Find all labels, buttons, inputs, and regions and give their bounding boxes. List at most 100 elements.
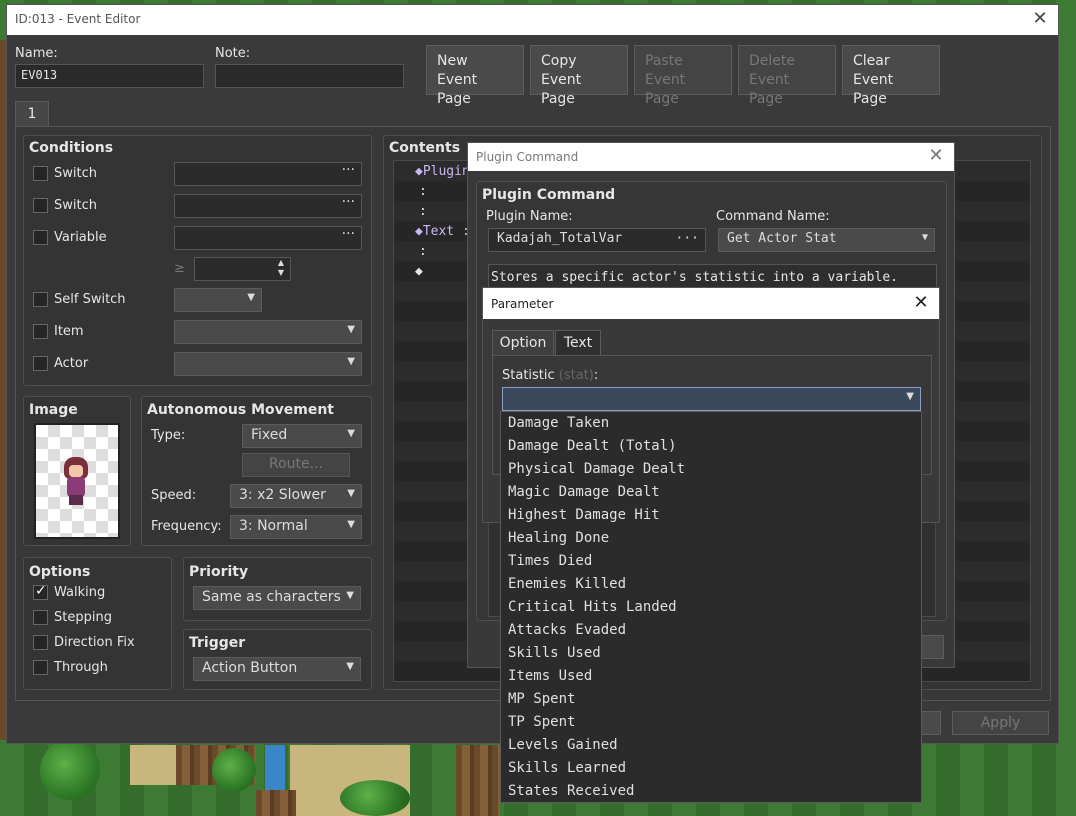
trigger-select[interactable]: Action Button ▼ (193, 657, 361, 681)
close-icon[interactable]: ✕ (926, 146, 946, 166)
spinner-arrows-icon[interactable]: ▲ ▼ (278, 258, 284, 278)
self-switch-select[interactable]: ▼ (174, 288, 262, 312)
self-switch-checkbox[interactable] (33, 292, 48, 307)
variable-checkbox[interactable] (33, 230, 48, 245)
more-icon: ··· (341, 194, 355, 210)
plugin-command-titlebar: Plugin Command (468, 143, 954, 171)
dropdown-option[interactable]: Damage Taken (508, 415, 609, 431)
chevron-down-icon: ▼ (347, 356, 355, 367)
plugin-command-group-title: Plugin Command (482, 187, 616, 203)
apply-button[interactable]: Apply (952, 711, 1049, 735)
contents-line[interactable]: ◆ (415, 264, 423, 279)
walking-checkbox[interactable] (33, 583, 48, 600)
speed-select[interactable]: 3: x2 Slower ▼ (230, 484, 362, 508)
chevron-down-icon: ▼ (921, 232, 928, 243)
contents-line[interactable]: ◆Plugin (415, 164, 470, 179)
dropdown-option[interactable]: TP Spent (508, 714, 575, 730)
direction-fix-checkbox[interactable] (33, 635, 48, 650)
dropdown-option[interactable]: MP Spent (508, 691, 575, 707)
priority-select[interactable]: Same as characters ▼ (193, 586, 361, 610)
chevron-down-icon: ▼ (347, 324, 355, 335)
switch2-field[interactable]: ··· (174, 194, 362, 218)
chevron-down-icon: ▼ (347, 488, 355, 499)
dropdown-option[interactable]: Attacks Evaded (508, 622, 626, 638)
type-label: Type: (151, 428, 186, 443)
event-editor-titlebar: ID:013 - Event Editor (7, 5, 1058, 35)
chevron-down-icon: ▼ (247, 292, 255, 303)
statistic-select[interactable]: ▼ (502, 387, 921, 411)
speed-label: Speed: (151, 488, 197, 503)
dropdown-option[interactable]: Physical Damage Dealt (508, 461, 685, 477)
dropdown-option[interactable]: Skills Used (508, 645, 601, 661)
character-image[interactable] (34, 423, 120, 539)
command-name-select[interactable]: Get Actor Stat ▼ (718, 228, 935, 252)
dropdown-option[interactable]: Times Died (508, 553, 592, 569)
close-icon[interactable]: ✕ (911, 293, 931, 313)
copy-event-page-button[interactable]: Copy Event Page (530, 45, 628, 107)
actor-checkbox[interactable] (33, 356, 48, 371)
tab-text[interactable]: Text (555, 330, 601, 356)
variable-field[interactable]: ··· (174, 226, 362, 250)
dropdown-option[interactable]: Damage Dealt (Total) (508, 438, 677, 454)
new-event-page-button[interactable]: New Event Page (426, 45, 524, 107)
dropdown-option[interactable]: Critical Hits Landed (508, 599, 677, 615)
chevron-down-icon: ▼ (346, 661, 354, 672)
through-checkbox[interactable] (33, 660, 48, 675)
ok-button[interactable] (919, 711, 941, 735)
type-select[interactable]: Fixed ▼ (242, 424, 362, 448)
tab-page-1[interactable]: 1 (15, 101, 49, 127)
trigger-title: Trigger (189, 635, 246, 651)
switch2-label: Switch (54, 198, 97, 213)
contents-line[interactable]: : (419, 204, 427, 219)
actor-select[interactable]: ▼ (174, 352, 362, 376)
more-icon: ··· (341, 162, 355, 178)
dropdown-option[interactable]: Skills Learned (508, 760, 626, 776)
dropdown-option[interactable]: Healing Done (508, 530, 609, 546)
contents-line[interactable]: : : (419, 244, 474, 259)
through-label: Through (54, 660, 108, 675)
route-button[interactable]: Route... (242, 453, 350, 477)
plugin-name-field[interactable]: Kadajah_TotalVar ··· (488, 228, 706, 252)
conditions-title: Conditions (29, 140, 114, 156)
switch1-label: Switch (54, 166, 97, 181)
contents-line[interactable]: ◆Text : (415, 224, 470, 239)
statistic-label: Statistic (stat): (502, 368, 599, 383)
dropdown-option[interactable]: Highest Damage Hit (508, 507, 660, 523)
parameter-titlebar: Parameter (483, 288, 939, 319)
variable-label: Variable (54, 230, 107, 245)
priority-title: Priority (189, 564, 249, 580)
dropdown-option[interactable]: Magic Damage Dealt (508, 484, 660, 500)
note-input[interactable] (215, 64, 404, 88)
switch2-checkbox[interactable] (33, 198, 48, 213)
image-title: Image (29, 402, 78, 418)
frequency-select[interactable]: 3: Normal ▼ (230, 515, 362, 539)
dropdown-option[interactable]: Enemies Killed (508, 576, 626, 592)
name-input[interactable]: EV013 (15, 64, 204, 88)
chevron-down-icon: ▼ (347, 519, 355, 530)
delete-event-page-button[interactable]: Delete Event Page (738, 45, 836, 107)
ge-symbol: ≥ (174, 261, 185, 276)
switch1-checkbox[interactable] (33, 166, 48, 181)
item-checkbox[interactable] (33, 324, 48, 339)
clear-event-page-button[interactable]: Clear Event Page (842, 45, 940, 107)
note-label: Note: (215, 46, 251, 61)
close-icon[interactable]: ✕ (1030, 9, 1050, 29)
statistic-dropdown-list: Damage Taken Damage Dealt (Total) Physic… (500, 411, 922, 803)
tab-option[interactable]: Option (492, 330, 554, 356)
dropdown-option[interactable]: Levels Gained (508, 737, 618, 753)
actor-label: Actor (54, 356, 89, 371)
stepping-checkbox[interactable] (33, 610, 48, 625)
item-label: Item (54, 324, 84, 339)
window-title: ID:013 - Event Editor (15, 12, 141, 26)
chevron-down-icon: ▼ (347, 428, 355, 439)
variable-value-spinner[interactable]: ▲ ▼ (194, 257, 291, 281)
dropdown-option[interactable]: States Received (508, 783, 634, 799)
paste-event-page-button[interactable]: Paste Event Page (634, 45, 732, 107)
dropdown-option[interactable]: Items Used (508, 668, 592, 684)
switch1-field[interactable]: ··· (174, 162, 362, 186)
character-sprite (62, 457, 90, 505)
frequency-label: Frequency: (151, 519, 222, 534)
item-select[interactable]: ▼ (174, 320, 362, 344)
contents-line[interactable]: : (419, 184, 427, 199)
self-switch-label: Self Switch (54, 292, 126, 307)
